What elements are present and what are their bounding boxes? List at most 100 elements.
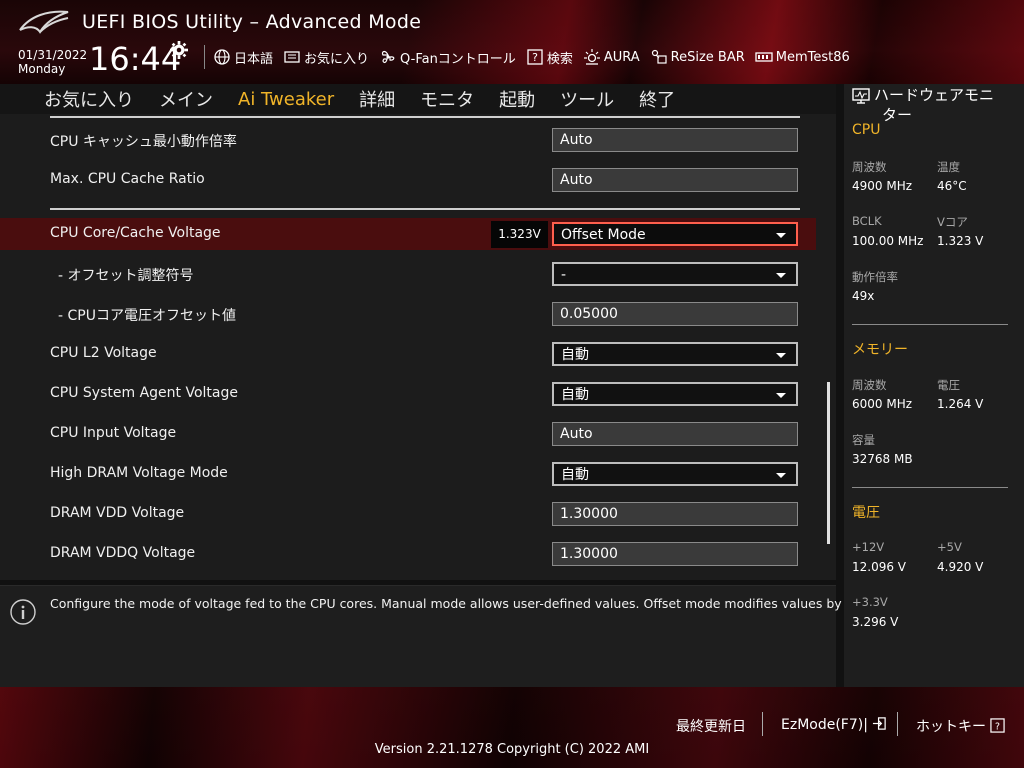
aura-button[interactable]: AURA xyxy=(583,48,640,66)
settings-scrollbar[interactable] xyxy=(827,382,830,544)
info-icon xyxy=(10,599,36,625)
cpu-cache-min-ratio-input[interactable]: Auto xyxy=(552,128,798,152)
dram-vddq-voltage-input[interactable]: 1.30000 xyxy=(552,542,798,566)
date-label: 01/31/2022 xyxy=(18,48,88,62)
help-icon: ? xyxy=(990,718,1006,733)
setting-row-offset-sign: - オフセット調整符号 - xyxy=(0,258,816,290)
cpu-l2-voltage-select[interactable]: 自動 xyxy=(552,342,798,366)
memory-capacity-label: 容量 xyxy=(852,433,875,447)
resize-bar-button[interactable]: ReSize BAR xyxy=(650,48,745,66)
favorites-button[interactable]: お気に入り xyxy=(283,48,369,67)
toolbar-divider xyxy=(204,45,205,69)
setting-label: CPU Input Voltage xyxy=(50,425,177,441)
memory-voltage-label: 電圧 xyxy=(937,378,960,392)
bclk-label: BCLK xyxy=(852,214,882,228)
dram-vdd-voltage-input[interactable]: 1.30000 xyxy=(552,502,798,526)
tab-favorites[interactable]: お気に入り xyxy=(44,86,134,112)
cpu-system-agent-voltage-select[interactable]: 自動 xyxy=(552,382,798,406)
memtest-label: MemTest86 xyxy=(775,49,850,65)
cpu-frequency-label: 周波数 xyxy=(852,160,887,174)
cpu-input-voltage-input[interactable]: Auto xyxy=(552,422,798,446)
tab-ai-tweaker[interactable]: Ai Tweaker xyxy=(238,89,335,116)
clock: 16:44 xyxy=(89,40,182,78)
chevron-down-icon xyxy=(776,233,786,238)
help-text: Configure the mode of voltage fed to the… xyxy=(50,596,880,611)
memory-frequency-label: 周波数 xyxy=(852,378,887,392)
tab-tool[interactable]: ツール xyxy=(560,86,614,112)
monitor-icon xyxy=(852,88,870,104)
aura-light-icon xyxy=(583,49,600,65)
v12-label: +12V xyxy=(852,540,885,554)
offset-sign-select[interactable]: - xyxy=(552,262,798,286)
chevron-down-icon xyxy=(776,273,786,278)
section-divider xyxy=(50,116,800,118)
setting-label: DRAM VDD Voltage xyxy=(50,505,185,521)
vcore-value: 1.323 V xyxy=(937,234,984,248)
setting-row-max-cpu-cache-ratio: Max. CPU Cache Ratio Auto xyxy=(0,164,816,196)
fan-icon xyxy=(381,50,395,64)
setting-row-cpu-l2-voltage: CPU L2 Voltage 自動 xyxy=(0,338,816,370)
resize-bar-label: ReSize BAR xyxy=(670,49,745,65)
rog-logo-icon xyxy=(19,10,69,34)
cpu-section-heading: CPU xyxy=(852,122,881,138)
setting-row-dram-vdd-voltage: DRAM VDD Voltage 1.30000 xyxy=(0,498,816,530)
select-value: - xyxy=(561,267,567,283)
svg-text:?: ? xyxy=(532,51,538,64)
memory-frequency-value: 6000 MHz xyxy=(852,397,913,411)
cpu-core-cache-voltage-select[interactable]: Offset Mode xyxy=(552,222,798,246)
setting-row-high-dram-voltage-mode: High DRAM Voltage Mode 自動 xyxy=(0,458,816,490)
search-button[interactable]: ? 検索 xyxy=(526,48,573,67)
select-value: 自動 xyxy=(561,467,589,483)
tab-boot[interactable]: 起動 xyxy=(499,86,535,112)
memory-capacity-value: 32768 MB xyxy=(852,452,913,466)
tab-main[interactable]: メイン xyxy=(159,86,213,112)
last-modified-button[interactable]: 最終更新日 xyxy=(676,716,746,736)
setting-row-cpu-core-cache-voltage[interactable]: CPU Core/Cache Voltage 1.323V Offset Mod… xyxy=(0,218,816,250)
footer-bar: 最終更新日 EzMode(F7)| ホットキー ? Version 2.21.1… xyxy=(0,687,1024,768)
setting-label: CPU Core/Cache Voltage xyxy=(50,225,221,241)
help-panel: Configure the mode of voltage fed to the… xyxy=(0,585,879,688)
chevron-down-icon xyxy=(776,393,786,398)
memory-voltage-value: 1.264 V xyxy=(937,397,984,411)
day-label: Monday xyxy=(18,62,66,76)
memory-section-heading: メモリー xyxy=(852,342,908,358)
favorites-label: お気に入り xyxy=(304,51,370,67)
setting-label: DRAM VDDQ Voltage xyxy=(50,545,196,561)
cpu-ratio-label: 動作倍率 xyxy=(852,270,898,284)
resize-bar-icon xyxy=(651,49,667,64)
cpu-temperature-label: 温度 xyxy=(937,160,960,174)
setting-row-cpu-input-voltage: CPU Input Voltage Auto xyxy=(0,418,816,450)
v5-label: +5V xyxy=(937,540,962,554)
tab-exit[interactable]: 終了 xyxy=(639,86,675,112)
hotkeys-button[interactable]: ホットキー ? xyxy=(916,716,1006,736)
qfan-control-button[interactable]: Q-Fanコントロール xyxy=(379,48,516,67)
setting-row-cpu-cache-min-ratio: CPU キャッシュ最小動作倍率 Auto xyxy=(0,124,816,156)
select-value: Offset Mode xyxy=(561,227,646,243)
language-label: 日本語 xyxy=(234,51,274,67)
high-dram-voltage-mode-select[interactable]: 自動 xyxy=(552,462,798,486)
voltage-section-heading: 電圧 xyxy=(852,505,880,521)
app-title: UEFI BIOS Utility – Advanced Mode xyxy=(82,11,422,33)
setting-row-cpu-core-voltage-offset: - CPUコア電圧オフセット値 0.05000 xyxy=(0,298,816,330)
section-divider xyxy=(50,208,800,210)
setting-label: - CPUコア電圧オフセット値 xyxy=(58,308,236,324)
ezmode-button[interactable]: EzMode(F7)| xyxy=(781,716,887,733)
v5-value: 4.920 V xyxy=(937,560,984,574)
setting-row-dram-vddq-voltage: DRAM VDDQ Voltage 1.30000 xyxy=(0,538,816,570)
cpu-frequency-value: 4900 MHz xyxy=(852,179,913,193)
header-bar: UEFI BIOS Utility – Advanced Mode 01/31/… xyxy=(0,0,1024,84)
max-cpu-cache-ratio-input[interactable]: Auto xyxy=(552,168,798,192)
cpu-core-voltage-offset-input[interactable]: 0.05000 xyxy=(552,302,798,326)
tab-advanced[interactable]: 詳細 xyxy=(359,86,395,112)
qfan-label: Q-Fanコントロール xyxy=(400,51,516,67)
setting-label: CPU System Agent Voltage xyxy=(50,385,238,401)
tab-monitor[interactable]: モニタ xyxy=(420,86,474,112)
v33-value: 3.296 V xyxy=(852,615,899,629)
memtest-button[interactable]: MemTest86 xyxy=(755,48,850,66)
setting-row-cpu-system-agent-voltage: CPU System Agent Voltage 自動 xyxy=(0,378,816,410)
setting-label: CPU L2 Voltage xyxy=(50,345,157,361)
footer-divider xyxy=(762,712,763,736)
hardware-monitor-panel: ハードウェアモニ ター CPU 周波数 温度 4900 MHz 46°C BCL… xyxy=(844,84,1024,687)
gear-icon[interactable] xyxy=(170,41,188,59)
language-button[interactable]: 日本語 xyxy=(213,48,273,67)
